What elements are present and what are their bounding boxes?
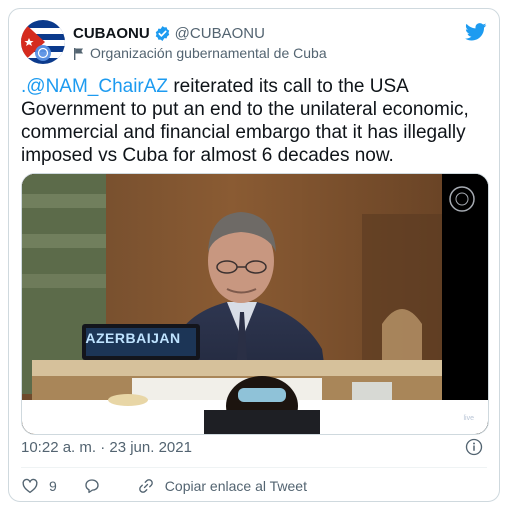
mention-link[interactable]: .@NAM_ChairAZ (21, 76, 168, 97)
twitter-bird-icon[interactable] (465, 23, 487, 41)
flag-icon (74, 47, 83, 60)
heart-icon (22, 478, 38, 494)
like-button[interactable]: 9 (21, 477, 57, 495)
info-icon[interactable] (465, 438, 483, 456)
link-icon (138, 479, 153, 493)
video-player[interactable]: AZERBAIJAN live (21, 173, 489, 435)
copy-link-label: Copiar enlace al Tweet (164, 478, 307, 494)
like-count: 9 (49, 478, 57, 494)
action-bar: 9 Copiar enlace al Tweet (21, 475, 333, 497)
account-label-text: Organización gubernamental de Cuba (90, 45, 327, 61)
display-name[interactable]: CUBAONU (73, 25, 150, 42)
avatar[interactable] (21, 20, 65, 64)
copy-link-button[interactable]: Copiar enlace al Tweet (137, 477, 307, 495)
account-label: Organización gubernamental de Cuba (73, 44, 327, 62)
nameplate: AZERBAIJAN (85, 330, 181, 346)
reply-icon (85, 479, 99, 494)
video-frame-image (22, 174, 488, 434)
video-caption: live (463, 415, 474, 422)
reply-button[interactable] (83, 477, 111, 495)
divider (21, 467, 487, 468)
timestamp[interactable]: 10:22 a. m. · 23 jun. 2021 (21, 439, 192, 456)
cuba-flag-avatar-icon (21, 20, 65, 64)
verified-badge-icon (155, 25, 169, 41)
handle[interactable]: @CUBAONU (175, 25, 265, 42)
tweet-card[interactable]: CUBAONU @CUBAONU Organización gubernamen… (8, 8, 500, 502)
tweet-text: .@NAM_ChairAZ reiterated its call to the… (21, 75, 489, 167)
